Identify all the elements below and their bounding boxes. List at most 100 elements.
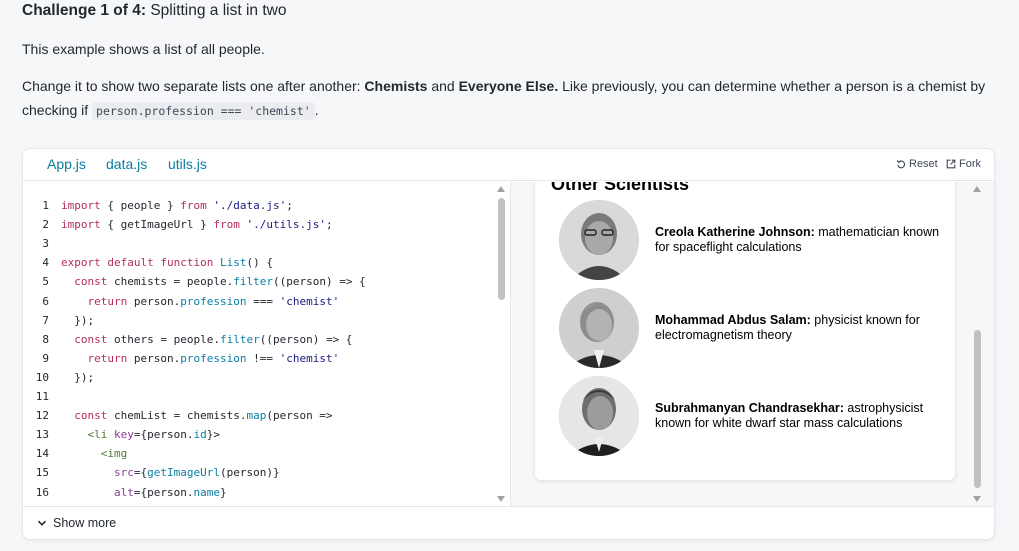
reset-button[interactable]: Reset bbox=[896, 158, 938, 170]
person-name: Subrahmanyan Chandrasekhar: bbox=[655, 401, 844, 415]
fork-button[interactable]: Fork bbox=[946, 158, 981, 170]
file-tab-bar: App.js data.js utils.js Reset Fork bbox=[23, 149, 994, 181]
show-more-label: Show more bbox=[53, 516, 117, 530]
avatar bbox=[559, 288, 639, 368]
code-token: { people } bbox=[100, 199, 181, 212]
code-token: person. bbox=[127, 294, 181, 308]
line-number: 16 bbox=[35, 485, 49, 499]
line-number: 12 bbox=[35, 409, 49, 423]
line-number: 15 bbox=[35, 466, 49, 480]
line-number: 6 bbox=[42, 294, 49, 308]
code-token: const bbox=[74, 332, 108, 346]
preview-pane: Other Scientists Creola Katherine Johnso… bbox=[511, 182, 994, 506]
line-number: 7 bbox=[42, 313, 49, 327]
instructions-chemists: Chemists bbox=[364, 78, 428, 94]
code-token: map bbox=[246, 409, 267, 423]
code-token: !== bbox=[246, 351, 280, 365]
code-line: 1 import { people } from './data.js'; bbox=[23, 196, 293, 215]
code-token: './data.js' bbox=[213, 199, 287, 212]
person-description: Subrahmanyan Chandrasekhar: astrophysici… bbox=[655, 376, 945, 456]
line-number: 5 bbox=[42, 275, 49, 289]
code-line: 15 src={getImageUrl(person)} bbox=[23, 463, 280, 482]
line-number: 3 bbox=[42, 237, 49, 251]
tab-data-js[interactable]: data.js bbox=[106, 156, 147, 172]
code-token: './utils.js' bbox=[246, 218, 326, 232]
code-token: } bbox=[219, 485, 227, 499]
code-token: ((person) => { bbox=[272, 275, 366, 289]
code-token: (person => bbox=[266, 409, 333, 423]
line-number: 4 bbox=[42, 256, 49, 270]
scroll-up-arrow-icon[interactable] bbox=[973, 186, 981, 192]
list-item: Mohammad Abdus Salam: physicist known fo… bbox=[559, 288, 949, 368]
line-number: 14 bbox=[35, 447, 49, 461]
instructions-part1: Change it to show two separate lists one… bbox=[22, 78, 365, 94]
code-editor[interactable]: 1 import { people } from './data.js'; 2 imp… bbox=[23, 182, 510, 506]
tab-utils-js[interactable]: utils.js bbox=[168, 156, 207, 172]
show-more-button[interactable]: Show more bbox=[37, 516, 116, 530]
code-token: ((person) => { bbox=[259, 332, 353, 346]
code-token: filter bbox=[219, 332, 260, 346]
preview-scrollbar[interactable] bbox=[971, 182, 985, 506]
code-token: import bbox=[61, 218, 101, 232]
editor-scrollbar[interactable] bbox=[495, 182, 509, 506]
code-token: person. bbox=[127, 351, 181, 365]
line-number: 11 bbox=[35, 390, 49, 403]
code-token: List bbox=[219, 256, 247, 270]
code-token: getImageUrl bbox=[147, 466, 220, 480]
challenge-prefix: Challenge 1 of 4: bbox=[22, 2, 147, 19]
code-token: profession bbox=[180, 351, 247, 365]
editor-scroll-thumb[interactable] bbox=[498, 198, 505, 300]
code-line: 16 alt={person.name} bbox=[23, 483, 227, 502]
fork-icon bbox=[946, 159, 956, 169]
code-token: return bbox=[87, 294, 128, 308]
code-token: import bbox=[61, 199, 101, 212]
code-token: key bbox=[114, 428, 134, 442]
code-line: 13 <li key={person.id}> bbox=[23, 425, 220, 444]
preview-scroll-thumb[interactable] bbox=[974, 330, 981, 488]
line-number: 10 bbox=[35, 370, 49, 384]
code-line: 3 bbox=[23, 234, 61, 253]
code-token: alt bbox=[113, 485, 134, 499]
instructions-everyone-else: Everyone Else. bbox=[458, 78, 559, 94]
instructions-end: . bbox=[314, 102, 319, 118]
scroll-up-arrow-icon[interactable] bbox=[497, 186, 505, 192]
preview-heading: Other Scientists bbox=[551, 182, 690, 194]
challenge-title: Challenge 1 of 4: Splitting a list in tw… bbox=[22, 1, 286, 21]
sandbox-footer: Show more bbox=[23, 506, 994, 539]
code-token: const bbox=[74, 409, 108, 423]
person-name: Mohammad Abdus Salam: bbox=[655, 313, 811, 327]
code-token: === bbox=[246, 294, 280, 308]
code-token: <li bbox=[87, 428, 108, 442]
code-token: from bbox=[213, 218, 240, 232]
code-token: <img bbox=[100, 447, 128, 461]
code-token: id bbox=[193, 428, 207, 442]
instructions-text: Change it to show two separate lists one… bbox=[22, 74, 1002, 123]
code-token: 'chemist' bbox=[279, 351, 340, 365]
code-token: ={person. bbox=[133, 428, 194, 442]
code-token: const bbox=[74, 275, 108, 289]
line-number: 1 bbox=[42, 199, 49, 212]
code-line: 12 const chemList = chemists.map(person … bbox=[23, 406, 333, 425]
list-item: Creola Katherine Johnson: mathematician … bbox=[559, 200, 949, 280]
person-description: Mohammad Abdus Salam: physicist known fo… bbox=[655, 288, 945, 368]
tab-app-js[interactable]: App.js bbox=[47, 156, 86, 172]
code-line: 4 export default function List() { bbox=[23, 253, 273, 272]
scroll-down-arrow-icon[interactable] bbox=[973, 496, 981, 502]
code-line: 10 }); bbox=[23, 368, 94, 387]
chevron-down-icon bbox=[37, 520, 47, 526]
code-line: 8 const others = people.filter((person) … bbox=[23, 330, 352, 349]
code-token: filter bbox=[233, 275, 273, 289]
scroll-down-arrow-icon[interactable] bbox=[497, 496, 505, 502]
code-token: chemists = people. bbox=[107, 275, 234, 289]
code-token: chemList = chemists. bbox=[107, 409, 247, 423]
code-token: ; bbox=[286, 199, 293, 212]
